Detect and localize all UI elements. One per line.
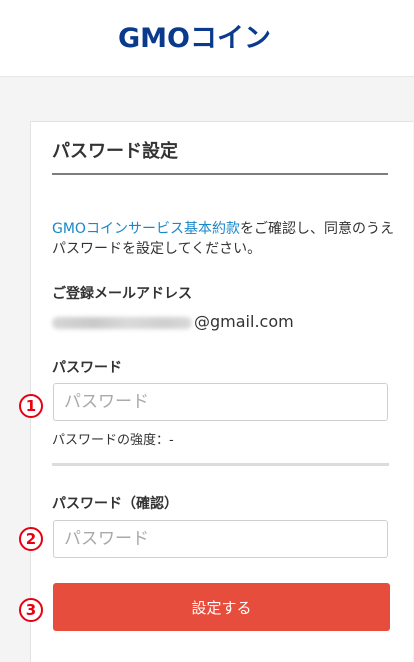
terms-notice: GMOコインサービス基本約款をご確認し、同意のうえパスワードを設定してください。 xyxy=(52,219,397,259)
gmo-coin-logo[interactable]: GMOコイン xyxy=(118,24,271,54)
site-header: GMOコイン xyxy=(0,0,414,77)
masked-email-user xyxy=(52,316,192,329)
email-label: ご登録メールアドレス xyxy=(52,286,192,302)
step-2-marker: 2 xyxy=(19,527,43,551)
password-field[interactable] xyxy=(53,383,388,421)
password-setup-card: パスワード設定 GMOコインサービス基本約款をご確認し、同意のうえパスワードを設… xyxy=(30,121,413,662)
title-divider xyxy=(52,173,388,175)
password-strength: パスワードの強度：- xyxy=(52,433,174,448)
password-label: パスワード xyxy=(52,360,122,376)
email-domain: @gmail.com xyxy=(194,312,294,331)
password-input[interactable] xyxy=(54,384,387,420)
section-divider xyxy=(52,463,389,466)
confirm-password-input[interactable] xyxy=(54,521,387,557)
registered-email: @gmail.com xyxy=(52,312,294,332)
step-3-marker: 3 xyxy=(19,598,43,622)
terms-link[interactable]: GMOコインサービス基本約款 xyxy=(52,221,240,237)
confirm-password-label: パスワード（確認） xyxy=(52,496,178,512)
confirm-password-field[interactable] xyxy=(53,520,388,558)
step-1-marker: 1 xyxy=(19,394,43,418)
submit-button[interactable]: 設定する xyxy=(53,583,390,631)
page-title: パスワード設定 xyxy=(52,141,178,162)
